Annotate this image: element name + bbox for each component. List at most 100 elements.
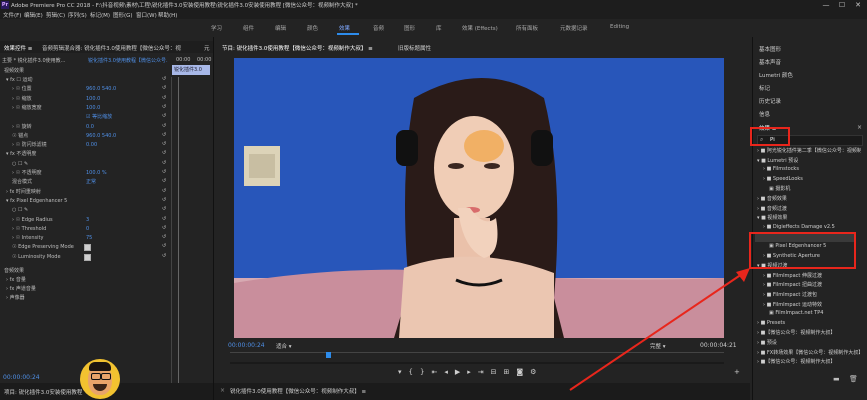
effect-controls-timecode[interactable]: 00:00:00:24 xyxy=(3,374,40,381)
sequence-tab[interactable]: 锐化插件3.0使用教程【微信公众号：视频制作大叔】 ≡ xyxy=(230,387,366,395)
effect-row[interactable]: › ☉ Threshold 0 xyxy=(12,225,160,233)
minimize-button[interactable]: — xyxy=(820,0,832,10)
effects-tree-item[interactable]: › ■ Digieffects Damage v2.5 xyxy=(763,224,861,230)
effect-row[interactable]: ☉ 锚点 960.0 540.0 xyxy=(12,132,160,140)
effects-tree-item[interactable]: › ■ FilmImpact 扭曲过渡 xyxy=(763,281,861,288)
reset-icon[interactable]: ↺ xyxy=(162,253,166,259)
effect-row-value[interactable]: 0.00 xyxy=(86,141,97,149)
effect-row-value[interactable]: 100.0 % xyxy=(86,169,107,177)
effects-tree-item[interactable]: › ■ SpeedLooks xyxy=(763,176,861,182)
go-to-in-icon[interactable]: ⇤ xyxy=(431,368,444,376)
effects-tree-item[interactable]: › ■ 预设 xyxy=(757,339,861,346)
reset-icon[interactable]: ↺ xyxy=(162,216,166,222)
effect-row-value[interactable]: 960.0 540.0 xyxy=(86,132,116,140)
play-icon[interactable]: ▶ xyxy=(455,368,467,376)
reset-icon[interactable]: ↺ xyxy=(162,141,166,147)
reset-icon[interactable]: ↺ xyxy=(162,95,166,101)
effect-row-value[interactable]: 100.0 xyxy=(86,95,100,103)
master-clip-label[interactable]: 主要 * 锐化插件3.0使用教... xyxy=(2,57,82,64)
effect-row-value[interactable]: 0.0 xyxy=(86,123,94,131)
panel-history[interactable]: 历史记录 xyxy=(759,97,781,105)
workspace-tab-metadata[interactable]: 元数据记录 xyxy=(560,24,588,32)
effects-tree-item[interactable]: › ■ Presets xyxy=(757,320,861,326)
workspace-tab-all-panels[interactable]: 所有面板 xyxy=(516,24,538,32)
menu-file[interactable]: 文件(F) xyxy=(3,11,21,19)
go-to-out-icon[interactable]: ⇥ xyxy=(478,368,491,376)
monitor-timecode-left[interactable]: 00:00:00:24 xyxy=(228,342,265,349)
effect-row[interactable]: ○ ☐ ✎ xyxy=(12,160,160,168)
reset-icon[interactable]: ↺ xyxy=(162,132,166,138)
menu-sequence[interactable]: 序列(S) xyxy=(68,11,87,19)
reset-icon[interactable]: ↺ xyxy=(162,169,166,175)
effects-tree-item[interactable]: ▾ ■ Lumetri 预设 xyxy=(757,157,861,164)
effects-tree-item[interactable]: ▣ FilmImpact.net TP4 xyxy=(769,310,861,316)
new-bin-icon[interactable]: ▬ xyxy=(833,375,840,383)
effect-row-value[interactable]: 0 xyxy=(86,225,89,233)
tab-effect-controls[interactable]: 效果控件 ≡ xyxy=(4,44,32,52)
panel-close-icon[interactable]: × xyxy=(857,124,862,131)
reset-icon[interactable]: ↺ xyxy=(162,197,166,203)
effect-row[interactable]: ☑ 等比缩放 xyxy=(12,113,160,121)
menu-edit[interactable]: 编辑(E) xyxy=(24,11,43,19)
tab-legacy-title[interactable]: 旧版标题属性 xyxy=(398,44,431,52)
effect-row-value[interactable]: 75 xyxy=(86,234,92,242)
panel-info[interactable]: 信息 xyxy=(759,110,770,118)
effect-row[interactable]: › ☉ Edge Radius 3 xyxy=(12,216,160,224)
effect-row[interactable]: › fx 时间重映射 xyxy=(6,188,160,196)
menu-clip[interactable]: 剪辑(C) xyxy=(46,11,65,19)
effect-row-value[interactable]: 960.0 540.0 xyxy=(86,85,116,93)
reset-icon[interactable]: ↺ xyxy=(162,150,166,156)
reset-icon[interactable]: ↺ xyxy=(162,225,166,231)
reset-icon[interactable]: ↺ xyxy=(162,104,166,110)
panel-lumetri-color[interactable]: Lumetri 颜色 xyxy=(759,71,793,79)
effect-row[interactable]: › ☉ 不透明度 100.0 % xyxy=(12,169,160,177)
tab-audio-clip-mixer[interactable]: 音频剪辑混合器: 锐化插件3.0使用教程【微信公众号：视 xyxy=(42,44,192,52)
effects-tree-item[interactable]: › ■ Filmstocks xyxy=(763,166,861,172)
project-tab[interactable]: 项目: 锐化插件3.0安装使用教程 xyxy=(4,388,82,396)
effect-row-value[interactable]: 正常 xyxy=(86,178,96,186)
menu-marker[interactable]: 标记(M) xyxy=(90,11,110,19)
effects-tree-item[interactable]: › ■【微信公众号：视频制作大叔】 xyxy=(757,358,861,365)
workspace-tab-learn[interactable]: 学习 xyxy=(211,24,222,32)
panel-essential-graphics[interactable]: 基本图形 xyxy=(759,45,781,53)
reset-icon[interactable]: ↺ xyxy=(162,188,166,194)
workspace-tab-libraries[interactable]: 库 xyxy=(436,24,442,32)
maximize-button[interactable]: ☐ xyxy=(836,0,848,10)
checkbox[interactable] xyxy=(84,244,91,252)
effects-tree-item[interactable]: › ■ 音频过渡 xyxy=(757,205,861,212)
trash-icon[interactable]: 🗑 xyxy=(849,375,858,383)
effect-row[interactable]: ▾ fx 不透明度 xyxy=(6,150,160,158)
effect-row[interactable]: › ☉ 旋转 0.0 xyxy=(12,123,160,131)
mark-in-icon[interactable]: { xyxy=(409,368,420,376)
step-back-icon[interactable]: ◂ xyxy=(444,368,455,376)
effects-tree-item[interactable]: › ■ FX转场效果【微信公众号：视频制作大叔】 xyxy=(757,349,861,356)
fit-dropdown[interactable]: 适合 ▾ xyxy=(276,342,316,350)
effect-row-value[interactable]: 100.0 xyxy=(86,104,100,112)
settings-icon[interactable]: ⚙ xyxy=(530,368,543,376)
step-forward-icon[interactable]: ▸ xyxy=(467,368,478,376)
reset-icon[interactable]: ↺ xyxy=(162,123,166,129)
effect-row[interactable]: › ☉ 缩放宽度 100.0 xyxy=(12,104,160,112)
effects-tree-item[interactable]: ▣ 摄影机 xyxy=(769,185,861,192)
effects-tree-item[interactable]: › ■ FilmImpact 运动特效 xyxy=(763,301,861,308)
menu-window[interactable]: 窗口(W) xyxy=(136,11,157,19)
clip-bar[interactable]: 锐化插件3.0 xyxy=(172,65,210,75)
reset-icon[interactable]: ↺ xyxy=(162,113,166,119)
mark-out-icon[interactable]: } xyxy=(420,368,431,376)
add-marker-icon[interactable]: ▾ xyxy=(398,368,409,376)
panel-markers[interactable]: 标记 xyxy=(759,84,770,92)
effect-row[interactable]: › ☉ 缩放 100.0 xyxy=(12,95,160,103)
menu-help[interactable]: 帮助(H) xyxy=(158,11,177,19)
close-sequence-icon[interactable]: × xyxy=(220,387,225,394)
effects-tree-item[interactable]: › ■ 音频效果 xyxy=(757,195,861,202)
reset-icon[interactable]: ↺ xyxy=(162,76,166,82)
effect-row[interactable]: ▾ fx ☐ 运动 xyxy=(6,76,160,84)
effects-tree-item[interactable]: › ■ 阿光锐化插件第二季【微信公众号：视频制作大 xyxy=(757,147,861,154)
export-frame-icon[interactable]: ◙ xyxy=(516,368,530,376)
menu-graphics[interactable]: 图形(G) xyxy=(113,11,133,19)
clip-name-label[interactable]: 锐化插件3.0使用教程【微信公众号... xyxy=(88,57,168,64)
extract-icon[interactable]: ⊞ xyxy=(504,368,517,376)
workspace-tab-color[interactable]: 颜色 xyxy=(307,24,318,32)
effect-row-value[interactable]: ☑ 等比缩放 xyxy=(86,113,112,121)
reset-icon[interactable]: ↺ xyxy=(162,234,166,240)
